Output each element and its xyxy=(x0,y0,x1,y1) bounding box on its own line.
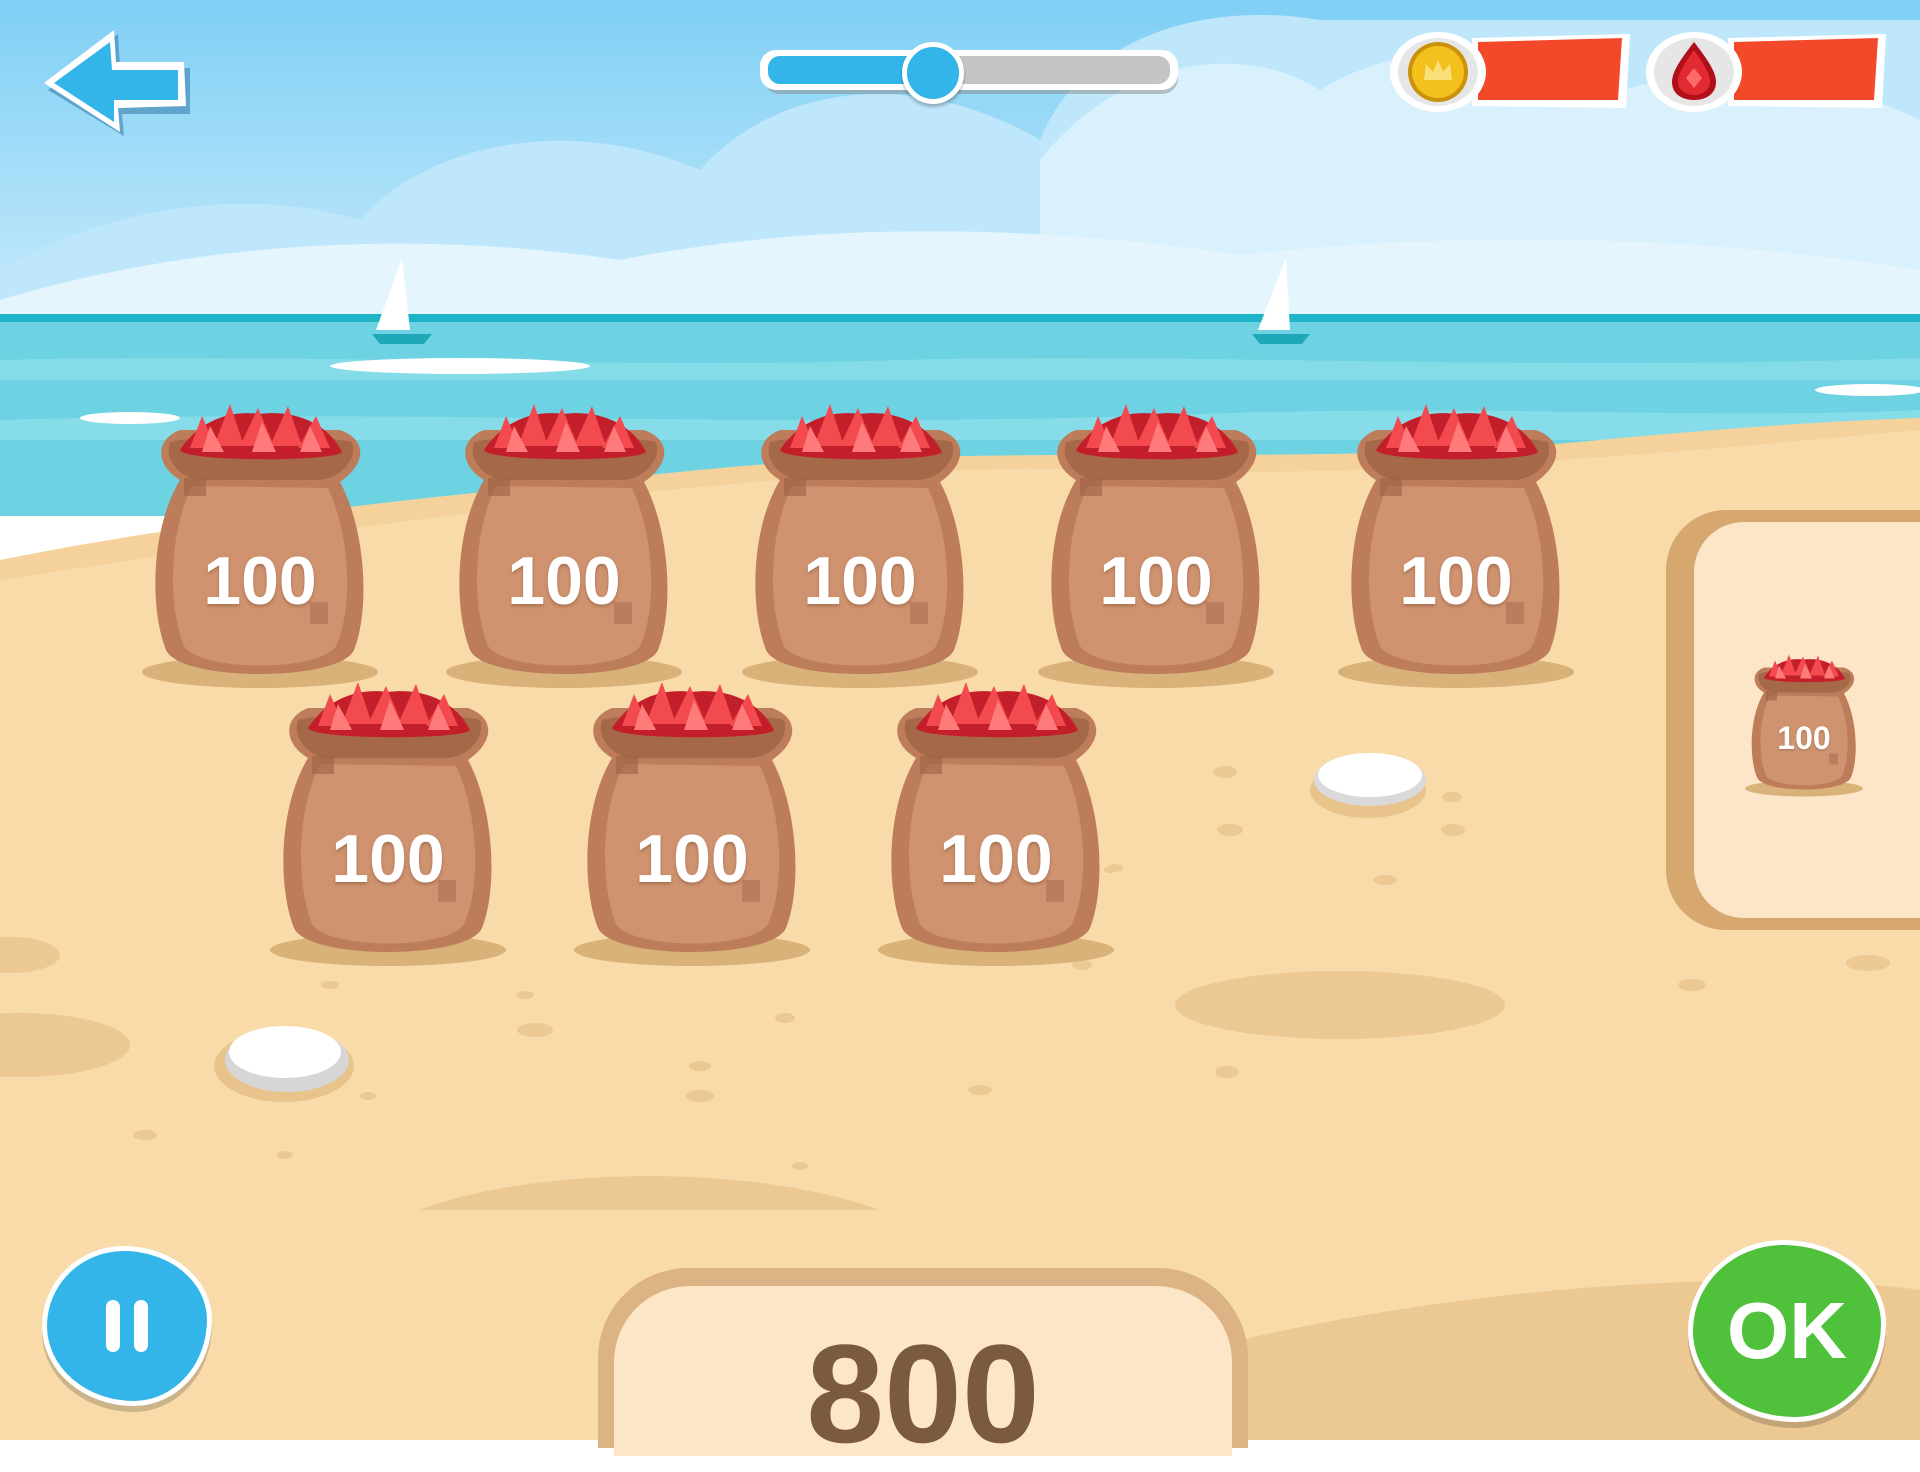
crown-coin-icon xyxy=(1408,42,1468,102)
gem-sack-icon xyxy=(270,682,506,966)
gem-bar xyxy=(1734,38,1878,100)
gem-sack-100[interactable]: 100 xyxy=(876,668,1116,968)
gem-sack-icon xyxy=(1038,404,1274,688)
game-scene: 100 100 100 100 100 100 100 100 100 800 … xyxy=(0,0,1920,1464)
gem-sack-100[interactable]: 100 xyxy=(444,390,684,690)
progress-knob xyxy=(901,42,964,104)
coin-bar xyxy=(1478,38,1622,100)
level-progress-bar xyxy=(760,40,1184,110)
pause-icon xyxy=(106,1300,148,1352)
gem-counter xyxy=(1646,30,1888,112)
pause-button[interactable] xyxy=(42,1246,212,1406)
arrow-left-icon xyxy=(44,30,190,136)
total-panel: 800 xyxy=(598,1268,1248,1464)
gem-sack-100[interactable]: 100 xyxy=(1036,390,1276,690)
gem-sack-icon xyxy=(142,404,378,688)
sack-label: 100 xyxy=(939,821,1053,897)
gem-sack-100[interactable]: 100 xyxy=(1336,390,1576,690)
gem-sack-100[interactable]: 100 xyxy=(572,668,812,968)
gem-sack-100[interactable]: 100 xyxy=(740,390,980,690)
ok-button[interactable]: OK xyxy=(1688,1240,1886,1422)
gem-sack-icon xyxy=(742,404,978,688)
ok-button-label: OK xyxy=(1727,1286,1847,1375)
sack-label: 100 xyxy=(331,821,445,897)
tray-sack-label: 100 xyxy=(1777,720,1831,756)
sack-label: 100 xyxy=(1399,543,1513,619)
sack-label: 100 xyxy=(1099,543,1213,619)
gem-sack-icon xyxy=(446,404,682,688)
gem-sack-icon xyxy=(1338,404,1574,688)
coin-counter xyxy=(1390,30,1632,112)
ruby-gem-icon xyxy=(1672,42,1716,100)
sack-label: 100 xyxy=(803,543,917,619)
gem-sack-100[interactable]: 100 xyxy=(140,390,380,690)
gem-sack-icon xyxy=(878,682,1114,966)
gem-sack-icon xyxy=(574,682,810,966)
gem-sack-100[interactable]: 100 xyxy=(268,668,508,968)
total-value: 800 xyxy=(806,1315,1040,1472)
sack-label: 100 xyxy=(635,821,749,897)
back-button[interactable] xyxy=(40,28,190,138)
tray-sack-100[interactable]: 100 xyxy=(1744,640,1864,805)
sack-label: 100 xyxy=(203,543,317,619)
sack-label: 100 xyxy=(507,543,621,619)
